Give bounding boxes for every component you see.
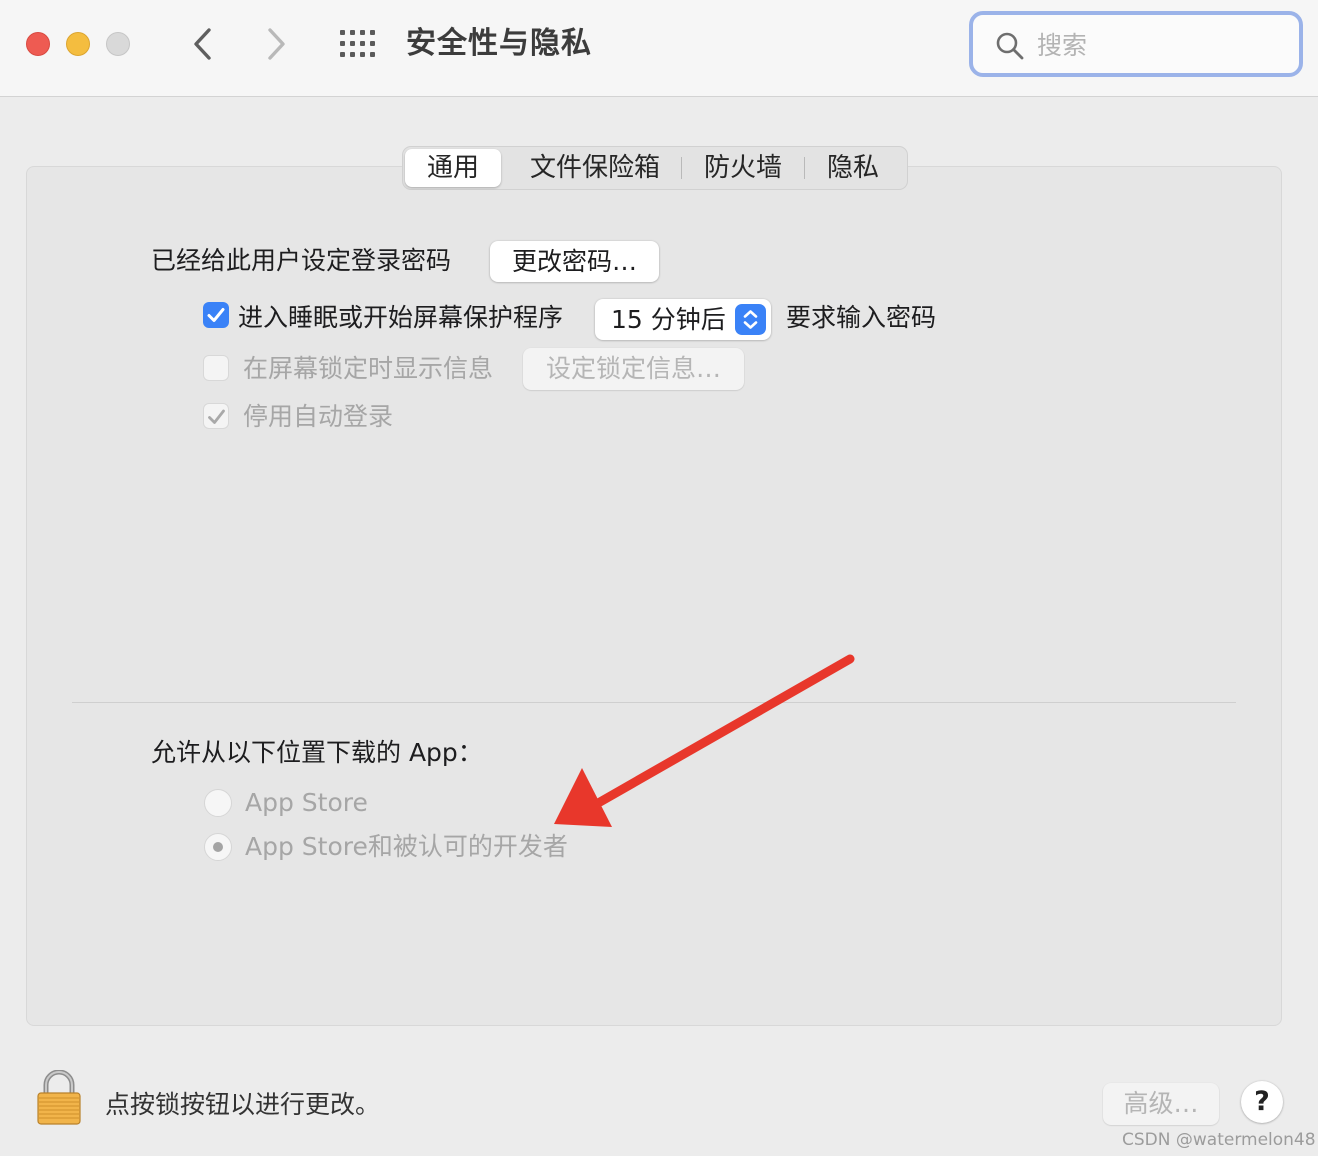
close-window-button[interactable]	[26, 32, 50, 56]
chevron-left-icon	[194, 28, 211, 60]
radio-selected-dot	[213, 842, 223, 852]
radio-app-store-label: App Store	[245, 788, 368, 817]
tab-separator	[804, 157, 805, 179]
password-delay-popup[interactable]: 15 分钟后	[595, 299, 771, 340]
require-password-checkbox[interactable]	[203, 302, 229, 328]
lock-hint-label: 点按锁按钮以进行更改。	[105, 1090, 381, 1119]
zoom-window-button[interactable]	[106, 32, 130, 56]
tab-filevault[interactable]: 文件保险箱	[515, 147, 675, 189]
grid-icon	[340, 30, 375, 57]
tab-firewall[interactable]: 防火墙	[693, 147, 793, 189]
back-button[interactable]	[182, 22, 222, 66]
radio-app-store-identified-label: App Store和被认可的开发者	[245, 832, 568, 861]
tab-general[interactable]: 通用	[405, 149, 501, 187]
radio-app-store[interactable]	[204, 789, 232, 817]
set-lock-message-button[interactable]: 设定锁定信息…	[523, 348, 744, 390]
annotation-arrow-icon	[554, 654, 855, 827]
forward-button[interactable]	[256, 22, 296, 66]
window-title: 安全性与隐私	[406, 26, 592, 61]
require-password-suffix: 要求输入密码	[786, 303, 937, 332]
show-all-button[interactable]	[338, 28, 378, 60]
disable-autologin-checkbox[interactable]	[203, 403, 229, 429]
chevron-right-icon	[268, 28, 285, 60]
popup-arrows	[735, 304, 766, 335]
general-pane	[26, 166, 1282, 1026]
minimize-window-button[interactable]	[66, 32, 90, 56]
radio-app-store-identified[interactable]	[204, 833, 232, 861]
require-password-label: 进入睡眠或开始屏幕保护程序	[238, 303, 564, 332]
advanced-button[interactable]: 高级…	[1103, 1083, 1219, 1125]
checkmark-icon	[208, 409, 225, 424]
show-message-checkbox[interactable]	[203, 355, 229, 381]
show-message-label: 在屏幕锁定时显示信息	[243, 354, 494, 383]
lock-icon	[37, 1069, 81, 1125]
search-field[interactable]	[969, 11, 1303, 77]
lock-button[interactable]	[36, 1069, 82, 1126]
up-down-chevron-icon	[743, 310, 758, 329]
password-delay-value: 15 分钟后	[611, 305, 726, 334]
checkmark-icon	[207, 308, 225, 322]
tab-privacy[interactable]: 隐私	[813, 147, 893, 189]
search-icon	[996, 32, 1024, 60]
change-password-button[interactable]: 更改密码…	[490, 241, 659, 282]
allow-apps-label: 允许从以下位置下载的 App：	[151, 738, 483, 767]
password-set-label: 已经给此用户设定登录密码	[151, 246, 452, 275]
tab-separator	[681, 157, 682, 179]
tab-bar: 通用 文件保险箱 防火墙 隐私	[402, 146, 908, 190]
title-bar: 安全性与隐私	[0, 0, 1318, 97]
disable-autologin-label: 停用自动登录	[243, 402, 394, 431]
watermark-text: CSDN @watermelon48	[1122, 1130, 1316, 1150]
help-button[interactable]: ?	[1241, 1081, 1283, 1123]
search-input[interactable]	[1037, 23, 1287, 67]
